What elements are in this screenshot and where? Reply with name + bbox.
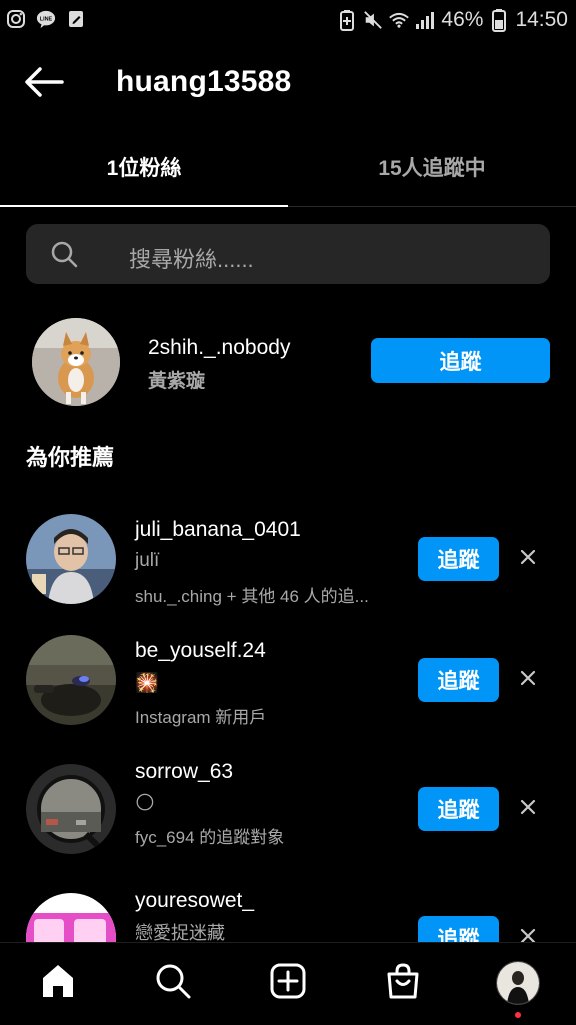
bottom-nav bbox=[0, 942, 576, 1025]
tab-following[interactable]: 15人追蹤中 bbox=[288, 128, 576, 206]
signal-icon bbox=[415, 10, 435, 30]
suggestion-reason: shu._.ching + 其他 46 人的追... bbox=[135, 587, 369, 606]
follow-button[interactable]: 追蹤 bbox=[418, 658, 499, 702]
close-icon bbox=[520, 549, 536, 570]
battery-icon bbox=[489, 9, 509, 32]
line-icon: LINE bbox=[36, 9, 56, 29]
status-bar: LINE 46% 14:50 bbox=[0, 0, 576, 40]
list-item[interactable]: sorrow_63 🌕 fyc_694 的追蹤對象 追蹤 bbox=[0, 750, 576, 870]
follow-button[interactable]: 追蹤 bbox=[418, 537, 499, 581]
battery-percent: 46% bbox=[441, 8, 484, 31]
avatar[interactable] bbox=[26, 635, 116, 725]
follower-row[interactable]: 2shih._.nobody 黃紫璇 追蹤 bbox=[0, 300, 576, 420]
follow-button[interactable]: 追蹤 bbox=[418, 916, 499, 942]
suggestion-reason: Instagram 新用戶 bbox=[135, 708, 267, 727]
instagram-icon bbox=[6, 9, 26, 29]
suggestion-display-name: 🌕 bbox=[135, 793, 155, 814]
avatar[interactable] bbox=[26, 893, 116, 942]
nav-shop[interactable] bbox=[381, 961, 425, 1005]
search-icon bbox=[154, 962, 192, 1005]
close-icon bbox=[520, 928, 536, 942]
suggestion-display-name: 戀愛捉迷藏 bbox=[135, 923, 225, 942]
follower-display-name: 黃紫璇 bbox=[148, 371, 206, 392]
close-icon bbox=[520, 799, 536, 820]
suggestion-username[interactable]: sorrow_63 bbox=[135, 760, 233, 784]
nav-profile[interactable] bbox=[496, 961, 540, 1005]
night-scene-photo bbox=[26, 635, 116, 725]
active-tab-indicator bbox=[0, 205, 288, 207]
search-icon bbox=[50, 240, 78, 268]
pink-graphic-photo bbox=[26, 893, 116, 942]
mute-icon bbox=[363, 10, 383, 30]
suggestion-display-name: julï bbox=[135, 550, 160, 571]
battery-saver-icon bbox=[337, 10, 357, 31]
follower-username[interactable]: 2shih._.nobody bbox=[148, 336, 290, 360]
suggestions-list[interactable]: juli_banana_0401 julï shu._.ching + 其他 4… bbox=[0, 490, 576, 942]
nav-search[interactable] bbox=[151, 961, 195, 1005]
status-time: 14:50 bbox=[515, 8, 568, 31]
suggestion-username[interactable]: youresowet_ bbox=[135, 889, 254, 913]
page-title: huang13588 bbox=[116, 65, 292, 98]
follow-button[interactable]: 追蹤 bbox=[371, 338, 550, 383]
mirror-photo bbox=[26, 764, 116, 854]
dog-photo bbox=[32, 318, 120, 406]
avatar[interactable] bbox=[32, 318, 120, 406]
nav-create[interactable] bbox=[266, 961, 310, 1005]
tab-followers[interactable]: 1位粉絲 bbox=[0, 128, 288, 206]
nav-home[interactable] bbox=[36, 961, 80, 1005]
close-icon bbox=[520, 670, 536, 691]
dismiss-button[interactable] bbox=[516, 797, 540, 821]
edit-note-icon bbox=[66, 9, 86, 29]
person-photo bbox=[26, 514, 116, 604]
shop-icon bbox=[384, 962, 422, 1005]
profile-avatar bbox=[496, 961, 540, 1005]
notification-dot bbox=[515, 1012, 521, 1018]
header: huang13588 bbox=[0, 40, 576, 128]
wifi-icon bbox=[389, 10, 410, 30]
follow-button[interactable]: 追蹤 bbox=[418, 787, 499, 831]
arrow-left-icon bbox=[24, 66, 64, 103]
suggestion-reason: fyc_694 的追蹤對象 bbox=[135, 828, 285, 847]
svg-text:LINE: LINE bbox=[40, 16, 53, 22]
list-item[interactable]: juli_banana_0401 julï shu._.ching + 其他 4… bbox=[0, 500, 576, 620]
list-item[interactable]: be_youself.24 🎇 Instagram 新用戶 追蹤 bbox=[0, 621, 576, 741]
suggestion-username[interactable]: be_youself.24 bbox=[135, 639, 266, 663]
suggestions-title: 為你推薦 bbox=[26, 445, 115, 470]
list-item[interactable]: youresowet_ 戀愛捉迷藏 追蹤 bbox=[0, 879, 576, 942]
tab-bar: 1位粉絲 15人追蹤中 bbox=[0, 128, 576, 207]
avatar[interactable] bbox=[26, 764, 116, 854]
search-placeholder: 搜尋粉絲...... bbox=[129, 247, 254, 272]
dismiss-button[interactable] bbox=[516, 926, 540, 942]
home-icon bbox=[39, 962, 77, 1005]
dismiss-button[interactable] bbox=[516, 547, 540, 571]
back-button[interactable] bbox=[22, 62, 66, 106]
suggestion-display-name: 🎇 bbox=[135, 673, 159, 694]
create-post-icon bbox=[269, 962, 307, 1005]
search-input[interactable]: 搜尋粉絲...... bbox=[26, 224, 550, 284]
avatar[interactable] bbox=[26, 514, 116, 604]
suggestion-username[interactable]: juli_banana_0401 bbox=[135, 518, 301, 542]
dismiss-button[interactable] bbox=[516, 668, 540, 692]
